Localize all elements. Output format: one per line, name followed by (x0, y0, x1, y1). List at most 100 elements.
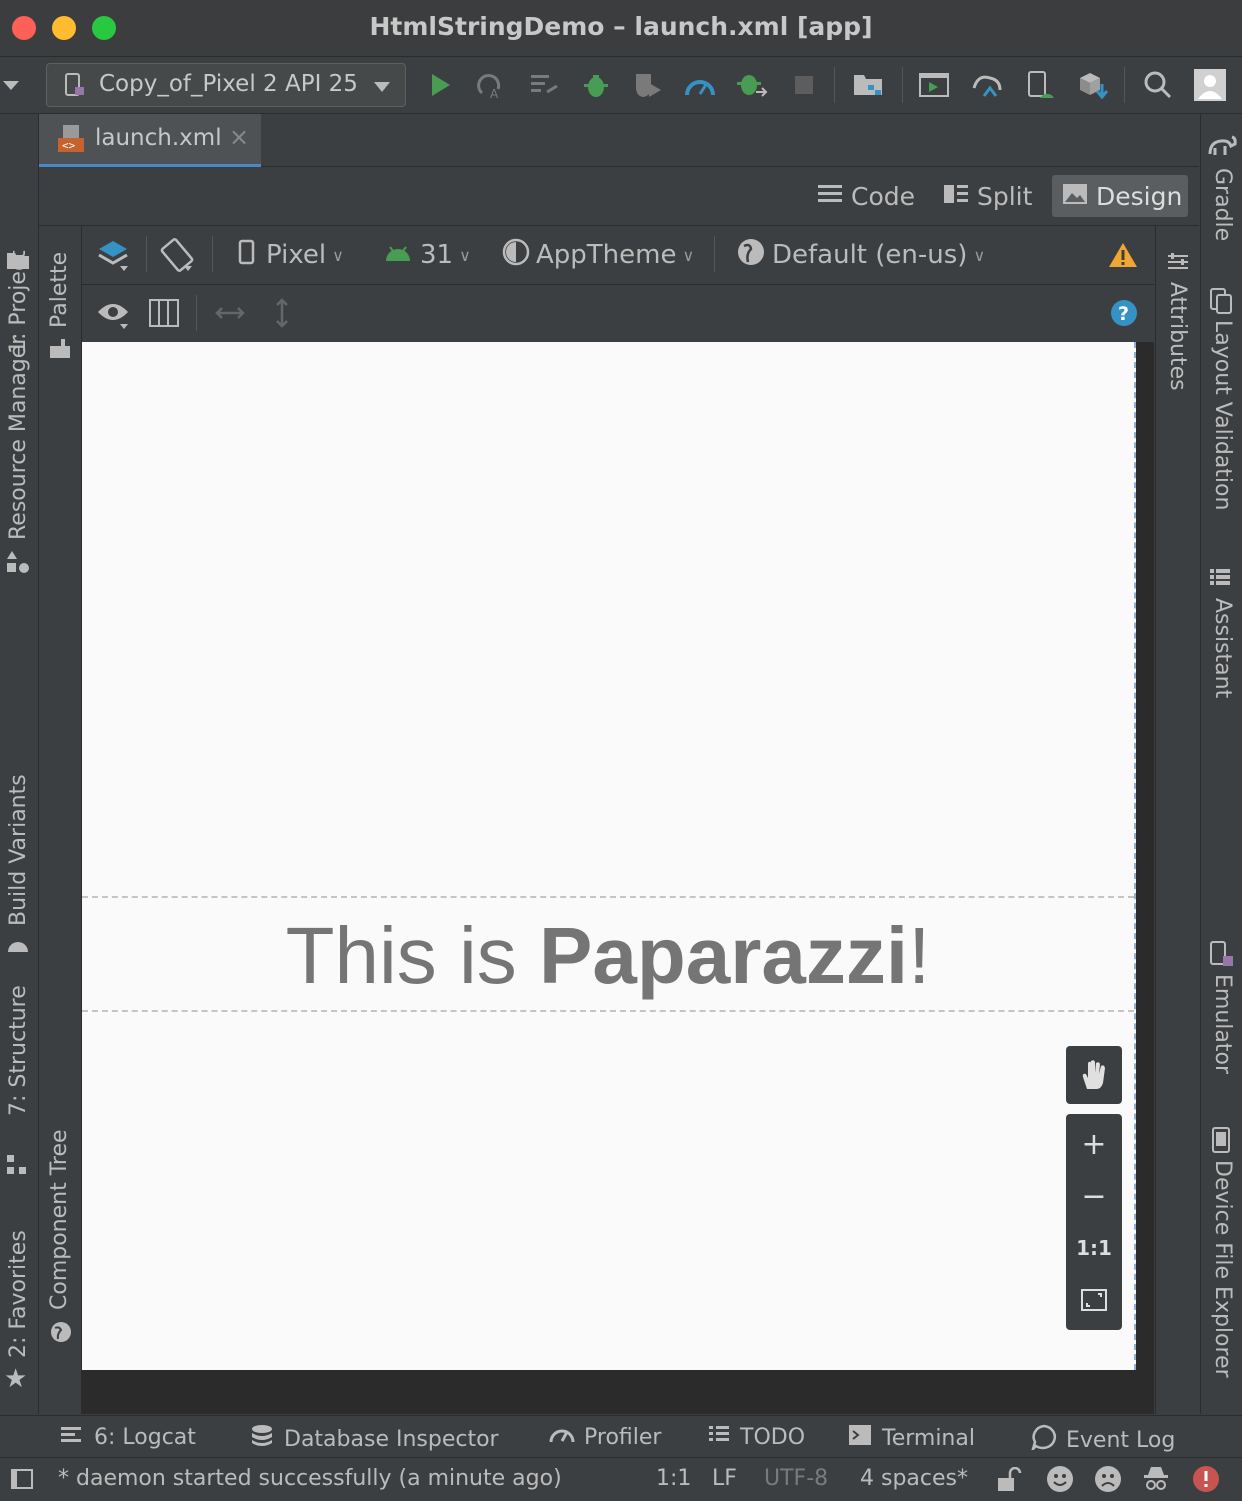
profile-icon[interactable] (684, 69, 716, 101)
terminal-tool-window[interactable]: Terminal (848, 1424, 975, 1452)
tab-label: launch.xml (95, 125, 222, 151)
debug-icon[interactable] (580, 69, 612, 101)
file-encoding[interactable]: UTF-8 (764, 1466, 828, 1491)
layout-preview[interactable]: This is Paparazzi! (82, 342, 1136, 1370)
smiley-happy-icon[interactable] (1046, 1465, 1074, 1497)
split-view-icon (943, 182, 969, 211)
device-file-explorer-tool-window[interactable]: Device File Explorer (1210, 1160, 1235, 1378)
profiler-tool-window[interactable]: Profiler (548, 1424, 661, 1450)
locale-dropdown[interactable]: Default (en-us) ∨ (736, 234, 985, 276)
search-icon[interactable] (1142, 69, 1174, 101)
attach-debugger-icon[interactable] (736, 69, 768, 101)
caret-position[interactable]: 1:1 (656, 1466, 691, 1491)
resource-manager-tool-window[interactable]: Resource Manager (6, 336, 31, 540)
toggle-tool-windows-icon[interactable] (10, 1468, 34, 1494)
zoom-out-icon[interactable]: − (1066, 1170, 1122, 1222)
favorites-tool-window[interactable]: 2: Favorites (6, 1230, 31, 1358)
database-icon (250, 1424, 274, 1454)
preview-headline: This is Paparazzi! (285, 911, 931, 1000)
logcat-icon (60, 1424, 84, 1450)
status-message[interactable]: * daemon started successfully (a minute … (58, 1466, 562, 1491)
window-title: HtmlStringDemo – launch.xml [app] (369, 12, 873, 41)
database-inspector-tool-window[interactable]: Database Inspector (250, 1424, 499, 1454)
globe-icon (736, 237, 766, 274)
attributes-panel-toggle[interactable]: Attributes (1165, 282, 1190, 391)
pan-control (1066, 1046, 1122, 1104)
emulator-tool-window[interactable]: Emulator (1210, 974, 1235, 1074)
eye-icon[interactable] (96, 298, 132, 334)
image-icon (1062, 182, 1088, 211)
orientation-icon[interactable] (160, 238, 194, 276)
layout-validation-tool-window[interactable]: Layout Validation (1210, 320, 1235, 510)
indent-setting[interactable]: 4 spaces* (860, 1466, 968, 1491)
gradle-tool-window[interactable]: Gradle (1210, 168, 1235, 241)
zoom-to-fit-icon[interactable] (1066, 1274, 1122, 1326)
account-avatar-icon[interactable] (1194, 69, 1226, 101)
preview-textview[interactable]: This is Paparazzi! (82, 896, 1134, 1012)
layout-validation-icon (1209, 288, 1233, 318)
close-tab-icon[interactable]: × (229, 123, 249, 151)
chevron-down-icon[interactable] (0, 69, 22, 101)
code-mode-button[interactable]: Code (817, 175, 915, 217)
phone-icon (238, 239, 256, 272)
theme-dropdown[interactable]: AppTheme ∨ (502, 234, 694, 276)
globe-icon (49, 1320, 73, 1348)
sync-gradle-icon[interactable] (970, 69, 1002, 101)
status-bar: * daemon started successfully (a minute … (0, 1457, 1242, 1501)
gradle-icon (1207, 134, 1237, 160)
assistant-tool-window[interactable]: Assistant (1210, 598, 1235, 698)
apply-changes-icon[interactable]: A (474, 69, 506, 101)
event-log-tool-window[interactable]: Event Log (1030, 1424, 1175, 1456)
vertical-resize-icon[interactable] (270, 297, 294, 333)
device-selector-label: Copy_of_Pixel 2 API 25 (99, 71, 358, 97)
folder-icon (6, 250, 30, 274)
tab-launch-xml[interactable]: <> launch.xml × (39, 114, 261, 168)
structure-icon (6, 1154, 30, 1180)
warning-icon[interactable] (1108, 241, 1138, 273)
bottom-tool-bar: 6: Logcat Database Inspector Profiler TO… (0, 1415, 1242, 1458)
structure-tool-window[interactable]: 7: Structure (6, 985, 31, 1116)
run-anything-icon[interactable] (918, 69, 950, 101)
design-mode-button[interactable]: Design (1052, 175, 1188, 217)
device-dropdown[interactable]: Pixel ∨ (238, 234, 344, 276)
resource-manager-icon (6, 550, 30, 578)
editor-tab-bar: <> launch.xml × (39, 114, 1199, 168)
help-icon[interactable]: ? (1110, 299, 1138, 331)
palette-icon (49, 338, 73, 364)
svg-text:<>: <> (62, 139, 76, 152)
phone-icon (63, 73, 85, 101)
error-icon[interactable] (1192, 1465, 1220, 1497)
build-variants-tool-window[interactable]: Build Variants (6, 774, 31, 926)
run-with-coverage-icon[interactable] (632, 69, 664, 101)
zoom-actual-size-button[interactable]: 1:1 (1066, 1222, 1122, 1274)
todo-tool-window[interactable]: TODO (708, 1424, 805, 1450)
project-structure-icon[interactable] (852, 69, 884, 101)
main-toolbar: Copy_of_Pixel 2 API 25 A (0, 57, 1242, 114)
palette-panel-toggle[interactable]: Palette (47, 252, 72, 328)
layers-icon[interactable] (96, 238, 130, 276)
component-tree-panel-toggle[interactable]: Component Tree (47, 1129, 72, 1310)
smiley-sad-icon[interactable] (1094, 1465, 1122, 1497)
split-mode-button[interactable]: Split (943, 175, 1032, 217)
apply-code-changes-icon[interactable] (528, 69, 560, 101)
run-icon[interactable] (424, 69, 456, 101)
device-selector[interactable]: Copy_of_Pixel 2 API 25 (46, 63, 406, 107)
stop-icon[interactable] (788, 69, 820, 101)
api-level-dropdown[interactable]: 31 ∨ (384, 234, 471, 276)
design-secondary-toolbar: ? (82, 285, 1154, 341)
incognito-icon[interactable] (1142, 1465, 1170, 1497)
profiler-icon (548, 1424, 576, 1450)
viewport-columns-icon[interactable] (148, 298, 180, 332)
logcat-tool-window[interactable]: 6: Logcat (60, 1424, 196, 1450)
sdk-manager-icon[interactable] (1076, 69, 1108, 101)
zoom-in-icon[interactable]: + (1066, 1118, 1122, 1170)
unlock-icon[interactable] (996, 1466, 1022, 1497)
code-lines-icon (817, 182, 843, 211)
horizontal-resize-icon[interactable] (214, 301, 246, 329)
avd-manager-icon[interactable] (1024, 69, 1056, 101)
theme-icon (502, 238, 530, 273)
right-tool-strip: Gradle Layout Validation Assistant Emula… (1200, 114, 1242, 1414)
speech-bubble-icon (1030, 1424, 1058, 1456)
line-separator[interactable]: LF (712, 1466, 737, 1491)
pan-hand-icon[interactable] (1066, 1049, 1122, 1101)
